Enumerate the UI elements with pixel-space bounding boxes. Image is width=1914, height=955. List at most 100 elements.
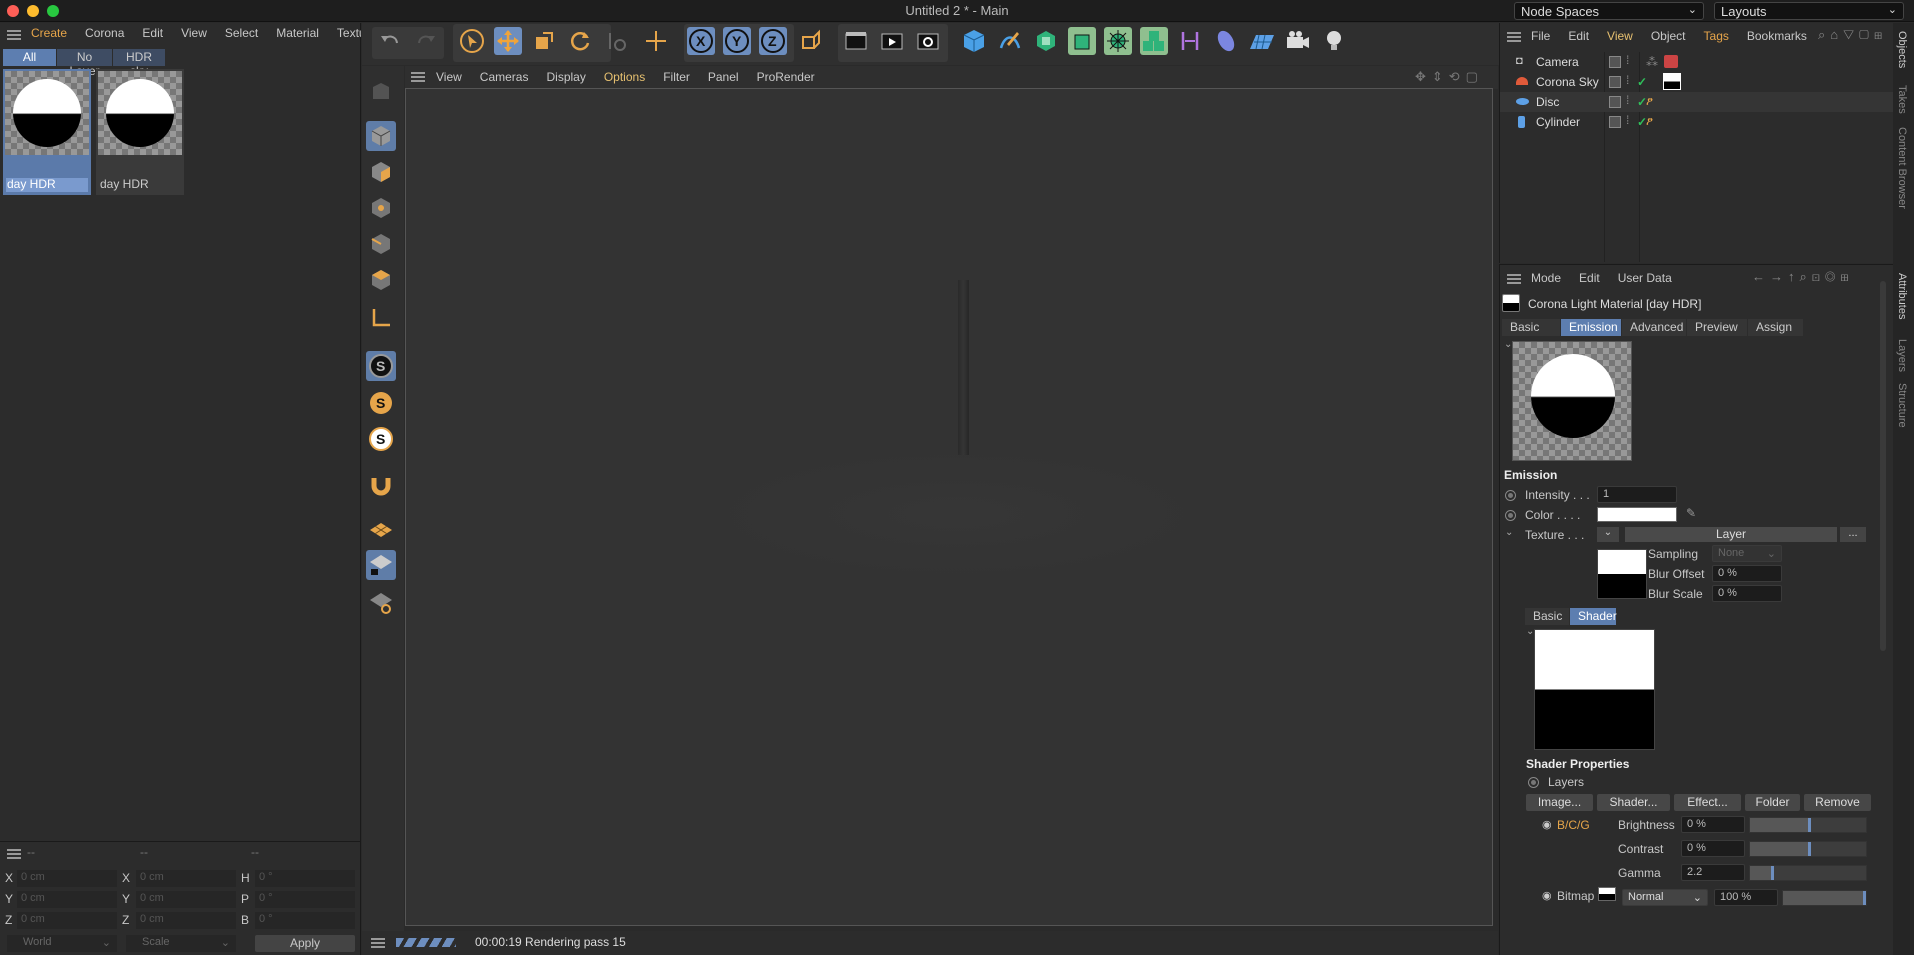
- viewport-menu-filter[interactable]: Filter: [663, 70, 690, 84]
- filter-all[interactable]: All: [3, 49, 56, 66]
- snap-axis-icon[interactable]: [642, 27, 670, 55]
- workplane-icon[interactable]: [366, 515, 396, 545]
- y-axis-lock-icon[interactable]: Y: [723, 27, 751, 55]
- menu-icon[interactable]: [7, 30, 21, 40]
- tab-emission[interactable]: Emission: [1561, 319, 1621, 336]
- contrast-slider[interactable]: [1749, 841, 1867, 857]
- viewport-menu-options[interactable]: Options: [604, 70, 645, 84]
- tab-structure[interactable]: Structure: [1896, 383, 1908, 428]
- make-editable-icon[interactable]: [366, 76, 396, 106]
- cloner-icon[interactable]: [1140, 27, 1168, 55]
- object-row-disc[interactable]: Disc ⁞ ✓ ፆ: [1500, 92, 1894, 112]
- filter-no-layer[interactable]: No Layer: [57, 49, 112, 78]
- apply-button[interactable]: Apply: [255, 935, 355, 952]
- filter-hdr-sky[interactable]: HDR sky: [113, 49, 165, 78]
- render-settings-icon[interactable]: [914, 27, 942, 55]
- material-preview[interactable]: [1512, 341, 1632, 461]
- solo-hierarchy-icon[interactable]: S: [366, 424, 396, 454]
- floor-icon[interactable]: [1248, 27, 1276, 55]
- protection-tag-icon[interactable]: [1664, 55, 1678, 68]
- render-picture-viewer-icon[interactable]: [878, 27, 906, 55]
- intensity-field[interactable]: 1: [1597, 486, 1677, 503]
- object-row-corona-sky[interactable]: Corona Sky ⁞ ✓: [1500, 72, 1894, 92]
- attr-menu-mode[interactable]: Mode: [1531, 271, 1561, 285]
- eyedropper-icon[interactable]: ✎: [1686, 506, 1696, 520]
- layer-shader-button[interactable]: Layer: [1625, 527, 1837, 542]
- model-mode-icon[interactable]: [366, 121, 396, 151]
- edges-mode-icon[interactable]: [366, 229, 396, 259]
- render-view-icon[interactable]: [842, 27, 870, 55]
- tab-takes[interactable]: Takes: [1896, 85, 1908, 114]
- add-effect-button[interactable]: Effect...: [1674, 794, 1741, 811]
- move-tool-icon[interactable]: [494, 27, 522, 55]
- field-icon[interactable]: [1176, 27, 1204, 55]
- scrollbar[interactable]: [1880, 281, 1886, 651]
- menu-icon[interactable]: [371, 938, 385, 948]
- x-axis-lock-icon[interactable]: X: [687, 27, 715, 55]
- texture-menu-dropdown[interactable]: ⌄: [1597, 527, 1619, 542]
- objects-menu-view[interactable]: View: [1607, 29, 1633, 43]
- brightness-field[interactable]: 0 %: [1681, 816, 1745, 833]
- eye-icon[interactable]: ◉: [1542, 818, 1552, 831]
- intensity-animate-radio[interactable]: [1505, 490, 1516, 501]
- shader-tab-basic[interactable]: Basic: [1525, 608, 1569, 625]
- layer-toggle[interactable]: [1609, 116, 1621, 128]
- attribute-nav-icons[interactable]: ←→↑⌕⊡◎⊞: [1752, 269, 1854, 285]
- rotate-tool-icon[interactable]: [566, 27, 594, 55]
- redo-icon[interactable]: [412, 27, 440, 55]
- deformer-icon[interactable]: [1104, 27, 1132, 55]
- brightness-slider[interactable]: [1749, 817, 1867, 833]
- solo-single-icon[interactable]: S: [366, 388, 396, 418]
- select-tool-icon[interactable]: [458, 27, 486, 55]
- menu-icon[interactable]: [1507, 32, 1521, 42]
- gamma-field[interactable]: 2.2: [1681, 864, 1745, 881]
- tab-basic[interactable]: Basic: [1502, 319, 1560, 336]
- layer-toggle[interactable]: [1609, 56, 1621, 68]
- visibility-dots[interactable]: ⁞: [1626, 53, 1629, 67]
- layer-toggle[interactable]: [1609, 76, 1621, 88]
- blend-mode-dropdown[interactable]: Normal ⌄: [1622, 889, 1708, 906]
- object-manager-tools-icons[interactable]: ⌕⌂▽▢⊞: [1818, 27, 1887, 43]
- viewport-menu-display[interactable]: Display: [546, 70, 585, 84]
- object-row-camera[interactable]: ◘ Camera ⁞ ⁂: [1500, 52, 1894, 72]
- layers-radio[interactable]: [1528, 777, 1539, 788]
- cube-object-icon[interactable]: [960, 27, 988, 55]
- node-spaces-dropdown[interactable]: Node Spaces ⌄: [1514, 2, 1704, 20]
- visibility-dots[interactable]: ⁞: [1626, 93, 1629, 107]
- scale-tool-icon[interactable]: [530, 27, 558, 55]
- texture-more-button[interactable]: ...: [1840, 527, 1866, 542]
- world-dropdown[interactable]: World ⌄: [7, 935, 117, 952]
- menu-icon[interactable]: [7, 849, 21, 859]
- menu-material[interactable]: Material: [276, 26, 319, 40]
- tab-advanced[interactable]: Advanced: [1622, 319, 1686, 336]
- viewport-nav-icons[interactable]: ✥⇕⟲▢: [1415, 69, 1484, 85]
- layer-toggle[interactable]: [1609, 96, 1621, 108]
- color-animate-radio[interactable]: [1505, 510, 1516, 521]
- objects-menu-object[interactable]: Object: [1651, 29, 1686, 43]
- position-y-field[interactable]: 0 cm: [17, 891, 117, 908]
- menu-corona[interactable]: Corona: [85, 26, 124, 40]
- blur-offset-field[interactable]: 0 %: [1712, 565, 1782, 582]
- objects-menu-bookmarks[interactable]: Bookmarks: [1747, 29, 1807, 43]
- menu-texture[interactable]: Textur: [337, 26, 361, 40]
- size-z-field[interactable]: 0 cm: [136, 912, 236, 929]
- z-axis-lock-icon[interactable]: Z: [759, 27, 787, 55]
- objects-menu-edit[interactable]: Edit: [1568, 29, 1589, 43]
- camera-tag-icon[interactable]: ⁂: [1646, 55, 1658, 69]
- corona-tag-icon[interactable]: ፆ: [1646, 94, 1653, 109]
- bcg-layer-label[interactable]: B/C/G: [1557, 818, 1590, 832]
- object-row-cylinder[interactable]: Cylinder ⁞ ✓ ፆ: [1500, 112, 1894, 132]
- opacity-field[interactable]: 100 %: [1714, 889, 1778, 906]
- rotation-h-field[interactable]: 0 °: [255, 870, 355, 887]
- opacity-slider[interactable]: [1782, 890, 1867, 906]
- camera-icon[interactable]: [1284, 27, 1312, 55]
- layouts-dropdown[interactable]: Layouts ⌄: [1714, 2, 1904, 20]
- material-thumbnail[interactable]: day HDR: [96, 69, 184, 195]
- solo-off-icon[interactable]: S: [366, 351, 396, 381]
- attr-menu-edit[interactable]: Edit: [1579, 271, 1600, 285]
- polygons-mode-icon[interactable]: [366, 265, 396, 295]
- workplane-mode-icon[interactable]: [366, 588, 396, 618]
- viewport-menu-cameras[interactable]: Cameras: [480, 70, 529, 84]
- contrast-field[interactable]: 0 %: [1681, 840, 1745, 857]
- enabled-check-icon[interactable]: ✓: [1637, 75, 1647, 89]
